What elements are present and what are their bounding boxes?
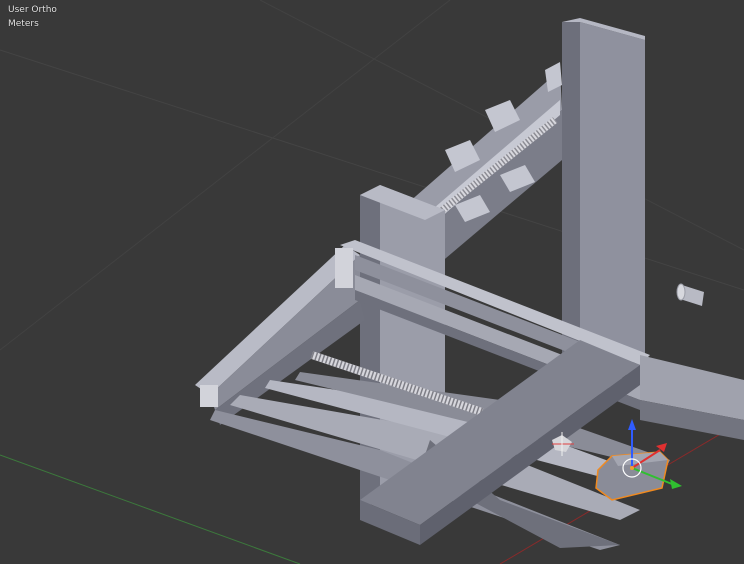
y-axis-line <box>0 454 301 564</box>
viewport-canvas[interactable] <box>0 0 744 564</box>
3d-viewport[interactable]: User Ortho Meters <box>0 0 744 564</box>
vertical-column[interactable] <box>562 18 645 372</box>
origin-dot <box>630 466 634 470</box>
units-label: Meters <box>8 19 39 29</box>
loose-coupler[interactable] <box>676 283 704 306</box>
view-name-label: User Ortho <box>8 5 57 15</box>
y-arrow-icon <box>670 479 682 489</box>
z-arrow-icon <box>628 419 636 430</box>
